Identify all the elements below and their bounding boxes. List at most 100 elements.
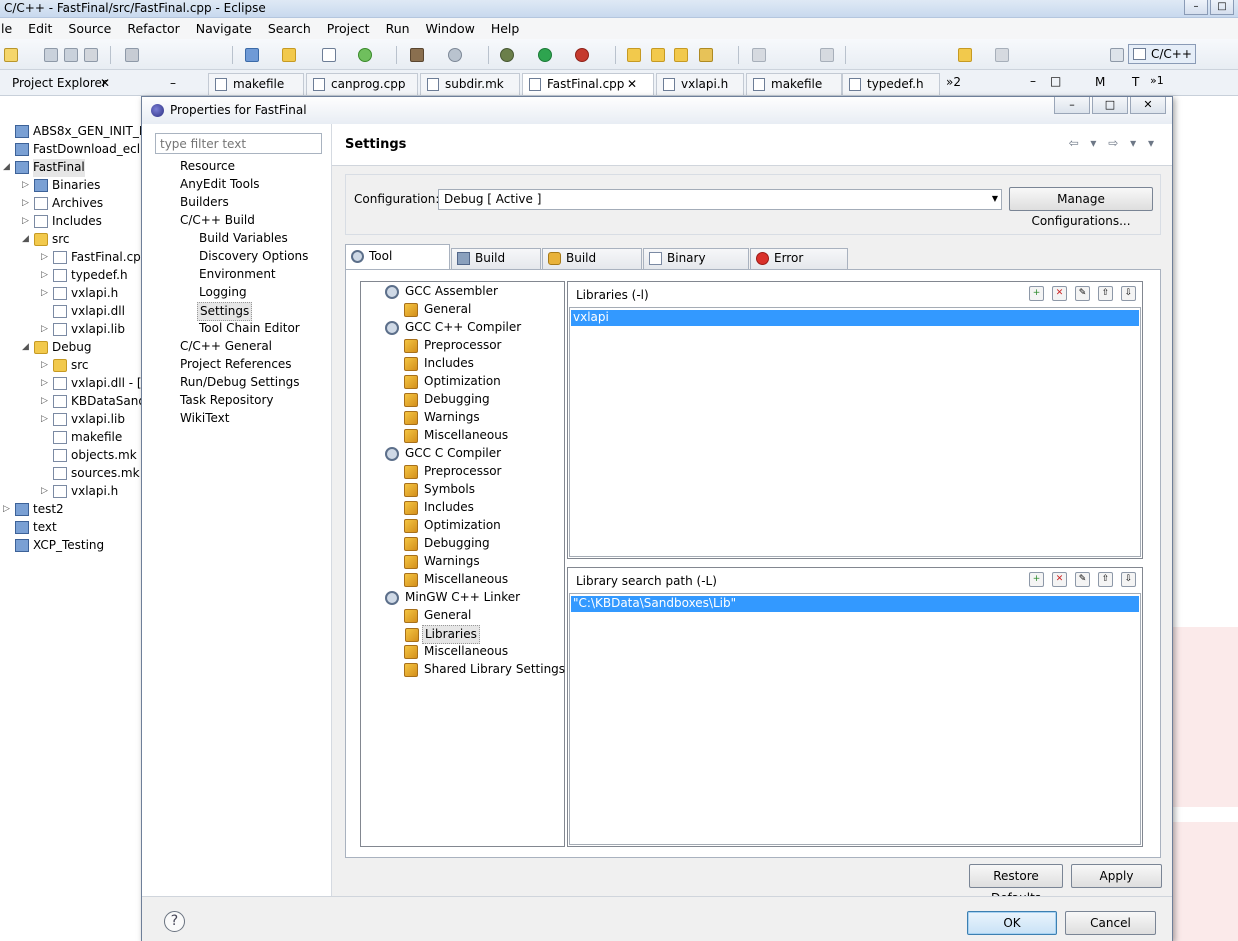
edit-icon[interactable]: ✎ [1075, 286, 1090, 301]
help-icon[interactable]: ? [164, 911, 185, 932]
new-cpp-icon[interactable] [322, 48, 336, 62]
ok-button[interactable]: OK [967, 911, 1057, 935]
new-class-icon[interactable] [245, 48, 259, 62]
maximize-editor-icon[interactable]: □ [1050, 74, 1061, 88]
tool-tree-option[interactable]: Miscellaneous [404, 427, 510, 444]
tool-tree-option[interactable]: Optimization [404, 373, 503, 390]
expand-toggle-icon[interactable]: ▷ [41, 375, 48, 392]
nav-item[interactable]: Run/Debug Settings [178, 374, 302, 391]
explorer-item[interactable]: ABS8x_GEN_INIT_BSI [15, 123, 142, 141]
explorer-item[interactable]: ▷ Archives [22, 195, 103, 213]
expand-toggle-icon[interactable]: ▷ [41, 411, 48, 428]
hammer-icon[interactable] [410, 48, 424, 62]
build-icon[interactable] [125, 48, 139, 62]
minimize-view-icon[interactable]: – [170, 73, 176, 94]
editor-tab[interactable]: subdir.mk [420, 73, 520, 95]
expand-toggle-icon[interactable]: ▷ [41, 285, 48, 302]
expand-toggle-icon[interactable]: ◢ [22, 231, 29, 248]
debug-icon[interactable] [500, 48, 514, 62]
explorer-item[interactable]: ▷ src [41, 357, 89, 375]
minimize-button[interactable]: – [1184, 0, 1208, 15]
tool-tree-option[interactable]: Includes [404, 355, 476, 372]
target-icon[interactable] [448, 48, 462, 62]
add-icon[interactable]: + [1029, 286, 1044, 301]
tab-build-artifact[interactable]: Build Artifact [542, 248, 642, 284]
move-down-icon[interactable]: ⇩ [1121, 572, 1136, 587]
nav-item[interactable]: C/C++ General [178, 338, 274, 355]
tool-tree-option[interactable]: Debugging [404, 391, 492, 408]
nav-item[interactable]: Discovery Options [197, 248, 310, 265]
explorer-item[interactable]: ▷KBDataSandb [41, 393, 142, 411]
menu-edit[interactable]: Edit [24, 21, 56, 36]
explorer-item[interactable]: ◢ Debug [22, 339, 91, 357]
tool-tree-option[interactable]: Preprocessor [404, 337, 503, 354]
menu-navigate[interactable]: Navigate [192, 21, 256, 36]
expand-toggle-icon[interactable]: ◢ [22, 339, 29, 356]
expand-toggle-icon[interactable]: ◢ [3, 159, 10, 176]
nav-item[interactable]: Task Repository [178, 392, 276, 409]
delete-icon[interactable]: ✕ [1052, 286, 1067, 301]
list-item[interactable]: vxlapi [571, 310, 1139, 326]
explorer-item[interactable]: ▷ FastFinal.cpp [41, 249, 142, 267]
tool-tree-tool[interactable]: GCC C++ Compiler [385, 319, 523, 336]
libraries-list[interactable]: vxlapi [569, 307, 1141, 557]
tool-tree-option[interactable]: Optimization [404, 517, 503, 534]
configuration-select[interactable]: Debug [ Active ] ▼ [438, 189, 1002, 210]
explorer-item[interactable]: ▷ Binaries [22, 177, 100, 195]
explorer-item[interactable]: XCP_Testing [15, 537, 104, 555]
move-down-icon[interactable]: ⇩ [1121, 286, 1136, 301]
forward-icon[interactable] [995, 48, 1009, 62]
history-nav[interactable]: ⇦ ▾ ⇨ ▾ ▾ [1069, 136, 1158, 150]
open-perspective-icon[interactable] [1110, 48, 1124, 62]
explorer-item[interactable]: ▷ vxlapi.lib [41, 411, 125, 429]
nav-item[interactable]: Builders [178, 194, 231, 211]
open-folder-icon[interactable] [627, 48, 641, 62]
editor-tab[interactable]: typedef.h [842, 73, 940, 95]
save-icon[interactable] [44, 48, 58, 62]
editor-tab[interactable]: makefile [746, 73, 842, 95]
dialog-minimize-button[interactable]: – [1054, 97, 1090, 114]
tab-build-steps[interactable]: Build Steps [451, 248, 541, 284]
manage-configurations-button[interactable]: Manage Configurations... [1009, 187, 1153, 228]
explorer-item[interactable]: ▷ Includes [22, 213, 102, 231]
explorer-item[interactable]: FastDownload_eclips [15, 141, 142, 159]
expand-toggle-icon[interactable]: ▷ [22, 177, 29, 194]
nav-item[interactable]: Logging [197, 284, 249, 301]
menu-project[interactable]: Project [323, 21, 374, 36]
tool-tree-tool[interactable]: MinGW C++ Linker [385, 589, 522, 606]
tool-tree-option[interactable]: Miscellaneous [404, 571, 510, 588]
tool-tree-option[interactable]: Includes [404, 499, 476, 516]
expand-toggle-icon[interactable]: ▷ [41, 321, 48, 338]
print-icon[interactable] [84, 48, 98, 62]
tab-outline[interactable]: M [1095, 75, 1105, 89]
tool-tree-option[interactable]: Warnings [404, 409, 482, 426]
tab-tool-settings[interactable]: Tool Settings [345, 244, 450, 286]
nav-item[interactable]: Tool Chain Editor [197, 320, 302, 337]
minimize-editor-icon[interactable]: – [1030, 74, 1036, 88]
restore-defaults-button[interactable]: Restore Defaults [969, 864, 1063, 905]
maximize-button[interactable]: □ [1210, 0, 1234, 15]
delete-icon[interactable]: ✕ [1052, 572, 1067, 587]
back-icon[interactable] [958, 48, 972, 62]
explorer-item[interactable]: ◢ src [22, 231, 70, 249]
dialog-maximize-button[interactable]: □ [1092, 97, 1128, 114]
nav-item[interactable]: Environment [197, 266, 278, 283]
tool-tree-tool[interactable]: GCC C Compiler [385, 445, 503, 462]
expand-toggle-icon[interactable]: ▷ [41, 267, 48, 284]
pencil-icon[interactable] [699, 48, 713, 62]
explorer-item[interactable]: ▷ vxlapi.lib [41, 321, 125, 339]
explorer-item[interactable]: makefile [53, 429, 122, 447]
nav-item[interactable]: C/C++ Build [178, 212, 257, 229]
menu-refactor[interactable]: Refactor [123, 21, 183, 36]
explorer-item[interactable]: ▷vxlapi.dll - [x8 [41, 375, 142, 393]
close-icon[interactable]: ✕ [100, 73, 110, 94]
editor-tab[interactable]: canprog.cpp [306, 73, 418, 95]
new-folder-icon[interactable] [282, 48, 296, 62]
menu-help[interactable]: Help [487, 21, 524, 36]
annotation-icon[interactable] [752, 48, 766, 62]
menu-search[interactable]: Search [264, 21, 315, 36]
explorer-item[interactable]: objects.mk [53, 447, 137, 465]
open-resource-icon[interactable] [674, 48, 688, 62]
expand-toggle-icon[interactable]: ▷ [22, 213, 29, 230]
new-icon[interactable] [4, 48, 18, 62]
